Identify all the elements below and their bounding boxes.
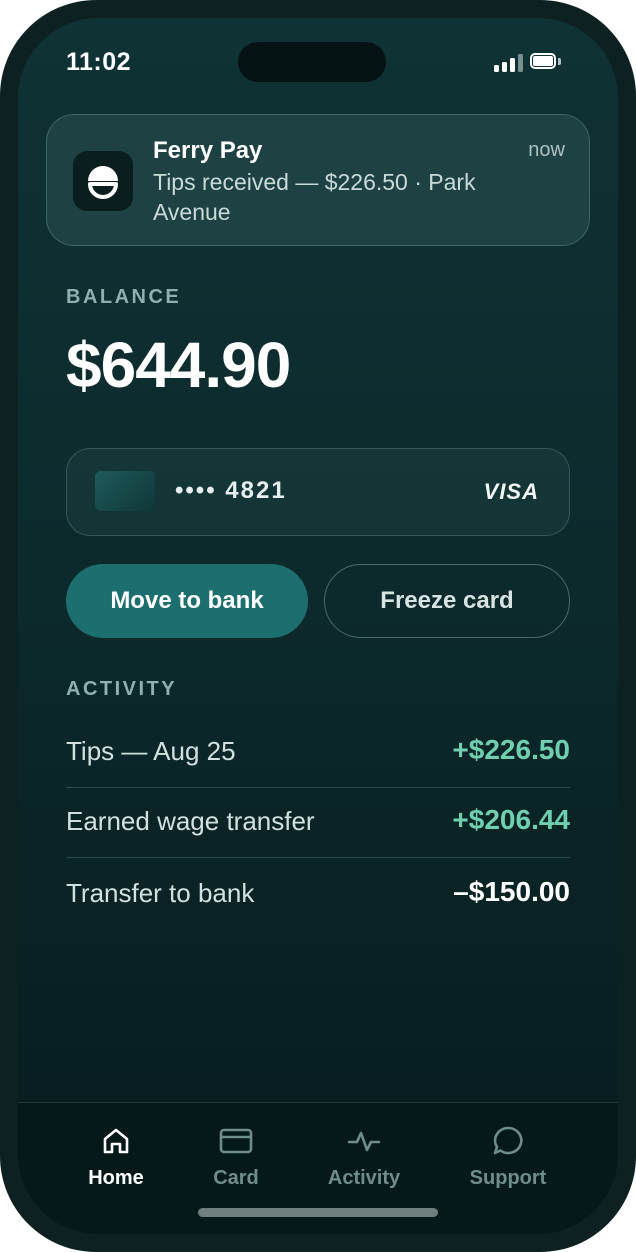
app-screen: 11:02 Ferry Pay now Tips received — $226… <box>18 18 618 1234</box>
status-time: 11:02 <box>66 48 132 76</box>
activity-item[interactable]: Transfer to bank –$150.00 <box>66 860 570 930</box>
notification-time: now <box>528 139 565 161</box>
freeze-card-button[interactable]: Freeze card <box>324 564 570 638</box>
cellular-signal-icon <box>494 54 524 72</box>
card-icon <box>219 1128 253 1154</box>
activity-section-label: ACTIVITY <box>66 678 178 700</box>
activity-icon <box>347 1131 381 1152</box>
tab-label: Home <box>88 1167 144 1189</box>
dynamic-island <box>238 42 386 82</box>
move-to-bank-button[interactable]: Move to bank <box>66 564 308 638</box>
activity-item[interactable]: Earned wage transfer +$206.44 <box>66 788 570 858</box>
card-brand-logo: VISA <box>483 479 539 504</box>
divider <box>66 857 570 858</box>
balance-amount: $644.90 <box>66 329 291 401</box>
tab-home[interactable]: Home <box>56 1125 176 1190</box>
activity-amount: +$226.50 <box>452 734 570 765</box>
activity-description: Tips — Aug 25 <box>66 736 236 766</box>
tab-support[interactable]: Support <box>448 1125 568 1190</box>
tab-label: Support <box>469 1167 547 1189</box>
phone-frame: 11:02 Ferry Pay now Tips received — $226… <box>0 0 636 1252</box>
card-summary[interactable]: •••• 4821 VISA <box>66 448 570 536</box>
tab-activity[interactable]: Activity <box>304 1125 424 1190</box>
tab-label: Activity <box>327 1167 401 1189</box>
activity-amount: +$206.44 <box>452 804 570 835</box>
home-icon <box>103 1128 129 1154</box>
push-notification[interactable]: Ferry Pay now Tips received — $226.50 · … <box>46 114 590 246</box>
activity-item[interactable]: Tips — Aug 25 +$226.50 <box>66 718 570 788</box>
activity-description: Earned wage transfer <box>66 806 315 836</box>
chat-bubble-icon <box>493 1126 523 1155</box>
card-masked-number: •••• 4821 <box>175 477 287 504</box>
card-thumbnail <box>95 471 155 511</box>
activity-amount: –$150.00 <box>453 876 570 907</box>
home-indicator[interactable] <box>198 1208 438 1217</box>
tab-card[interactable]: Card <box>176 1125 296 1190</box>
ferry-pay-logo-icon <box>73 151 133 211</box>
battery-icon <box>530 53 562 71</box>
activity-description: Transfer to bank <box>66 878 255 908</box>
notification-app-name: Ferry Pay <box>153 137 263 164</box>
balance-label: BALANCE <box>66 286 182 308</box>
notification-message: Tips received — $226.50 · Park Avenue <box>153 169 476 225</box>
tab-label: Card <box>213 1167 259 1189</box>
